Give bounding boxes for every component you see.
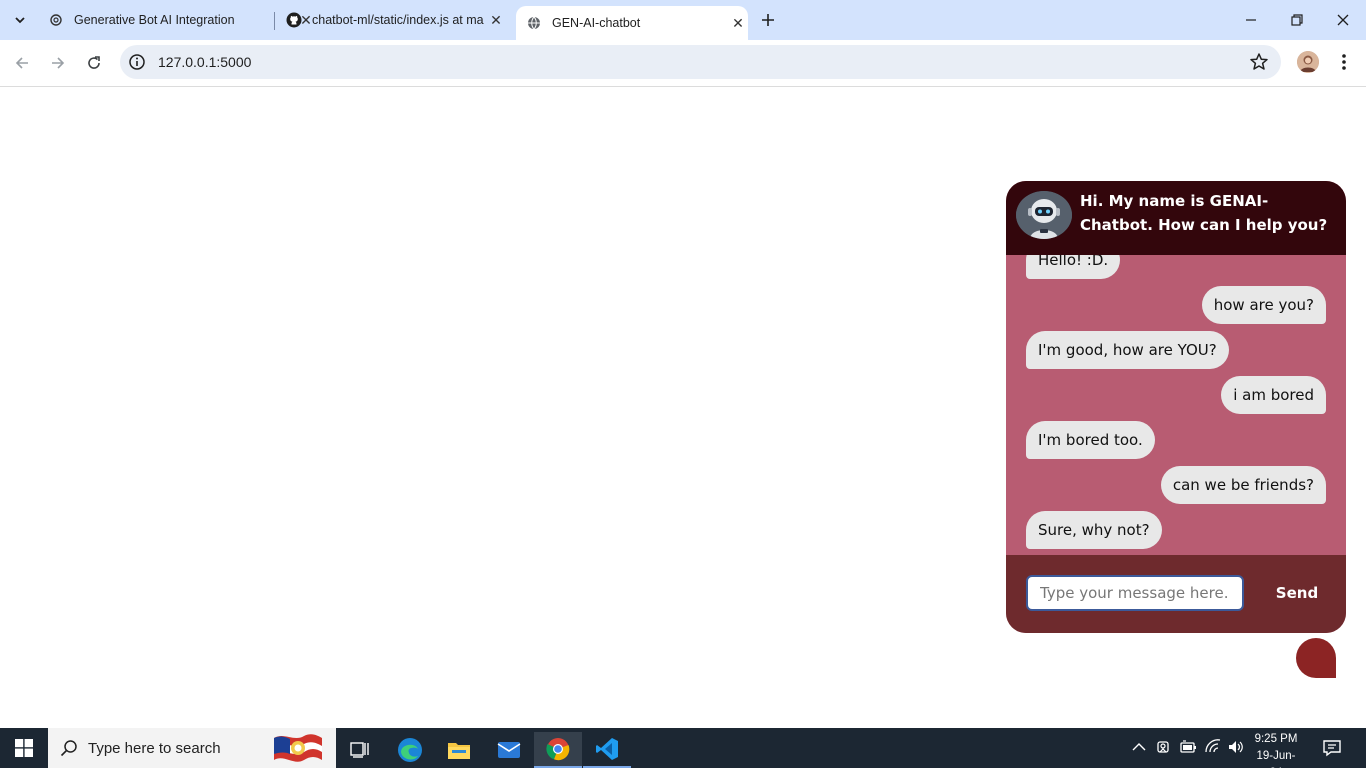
close-icon [1337, 14, 1349, 26]
restore-button[interactable] [1274, 0, 1320, 40]
tab-separator [274, 12, 275, 30]
profile-avatar[interactable] [1297, 51, 1319, 73]
clock-date: 19-Jun-24 [1256, 750, 1296, 779]
clock-time: 9:25 PM [1254, 733, 1298, 745]
reload-icon [88, 56, 100, 69]
taskbar-chrome[interactable] [534, 732, 582, 768]
search-highlight-icon[interactable] [272, 730, 324, 766]
tab-title: Generative Bot AI Integration [74, 13, 235, 27]
chat-message-bot: Sure, why not? [1026, 511, 1162, 549]
chat-message-bot: Hello! :D. [1026, 255, 1121, 279]
chatbox-header: Hi. My name is GENAI-Chatbot. How can I … [1006, 181, 1346, 255]
meet-now-icon[interactable] [1155, 738, 1173, 756]
reload-button[interactable] [80, 49, 108, 77]
taskbar-vscode[interactable] [583, 732, 631, 768]
vscode-icon [596, 738, 618, 760]
plus-icon [762, 14, 774, 26]
search-icon [60, 740, 77, 757]
mail-icon [497, 742, 521, 758]
chat-message-user: how are you? [1201, 286, 1326, 324]
arrow-left-icon [15, 57, 28, 69]
send-button[interactable]: Send [1264, 575, 1330, 611]
show-hidden-icons-icon[interactable] [1130, 738, 1148, 756]
chat-message-user: can we be friends? [1160, 466, 1326, 504]
address-bar[interactable]: 127.0.0.1:5000 [120, 45, 1281, 79]
openai-icon [48, 12, 64, 28]
tab-generative-bot[interactable]: Generative Bot AI Integration ✕ [0, 0, 316, 40]
new-tab-button[interactable] [756, 8, 780, 32]
notifications-icon[interactable] [1322, 738, 1342, 758]
taskbar-file-explorer[interactable] [435, 732, 483, 768]
bot-avatar [1016, 191, 1072, 239]
minimize-button[interactable] [1228, 0, 1274, 40]
forward-button[interactable] [44, 49, 72, 77]
minimize-icon [1246, 19, 1256, 21]
close-tab-icon[interactable]: ✕ [728, 13, 748, 33]
more-options-icon[interactable] [1334, 52, 1354, 72]
taskbar-search-box[interactable]: Type here to search [48, 728, 336, 768]
chat-message-bot: I'm bored too. [1026, 421, 1155, 459]
taskbar-clock[interactable]: 9:25 PM 19-Jun-24 [1252, 731, 1300, 782]
taskbar-edge[interactable] [386, 732, 434, 768]
close-window-button[interactable] [1320, 0, 1366, 40]
tab-github[interactable]: chatbot-ml/static/index.js at ma ✕ [286, 0, 506, 40]
bookmark-star-icon[interactable] [1249, 52, 1269, 72]
folder-icon [448, 743, 470, 759]
chatbox-toggle-button[interactable] [1296, 638, 1336, 678]
tab-title: chatbot-ml/static/index.js at ma [312, 13, 484, 27]
edge-icon [398, 738, 422, 762]
site-info-icon[interactable] [128, 53, 146, 71]
start-button[interactable] [0, 728, 48, 768]
close-tab-icon[interactable]: ✕ [486, 10, 506, 30]
wifi-icon[interactable] [1204, 738, 1222, 756]
message-input[interactable] [1026, 575, 1244, 611]
chatbox-header-text: Hi. My name is GENAI-Chatbot. How can I … [1080, 192, 1328, 234]
volume-icon[interactable] [1227, 738, 1245, 756]
taskbar-search-placeholder: Type here to search [88, 740, 221, 757]
globe-icon [526, 15, 542, 31]
chat-message-user: i am bored [1221, 376, 1326, 414]
github-icon [286, 12, 302, 28]
back-button[interactable] [8, 49, 36, 77]
chatbox: Hi. My name is GENAI-Chatbot. How can I … [1006, 181, 1346, 633]
windows-icon [15, 739, 33, 757]
tab-strip: Generative Bot AI Integration ✕ chatbot-… [0, 0, 1366, 40]
chat-messages: Hello! :D. how are you? I'm good, how ar… [1006, 255, 1346, 555]
task-view-icon [350, 742, 369, 758]
taskbar-mail[interactable] [485, 732, 533, 768]
browser-toolbar: 127.0.0.1:5000 [0, 40, 1366, 87]
url-text: 127.0.0.1:5000 [158, 54, 252, 70]
tab-gen-ai-chatbot[interactable]: GEN-AI-chatbot ✕ [516, 6, 748, 40]
restore-icon [1291, 14, 1303, 26]
taskbar: Type here to search 9:25 PM 19-Jun-24 [0, 728, 1366, 779]
tab-title: GEN-AI-chatbot [552, 16, 641, 30]
battery-icon[interactable] [1179, 738, 1197, 756]
chatbox-footer: Send [1006, 555, 1346, 633]
taskbar-task-view[interactable] [336, 732, 384, 768]
chat-message-bot: I'm good, how are YOU? [1026, 331, 1229, 369]
arrow-right-icon [52, 57, 65, 69]
chrome-icon [546, 738, 570, 761]
